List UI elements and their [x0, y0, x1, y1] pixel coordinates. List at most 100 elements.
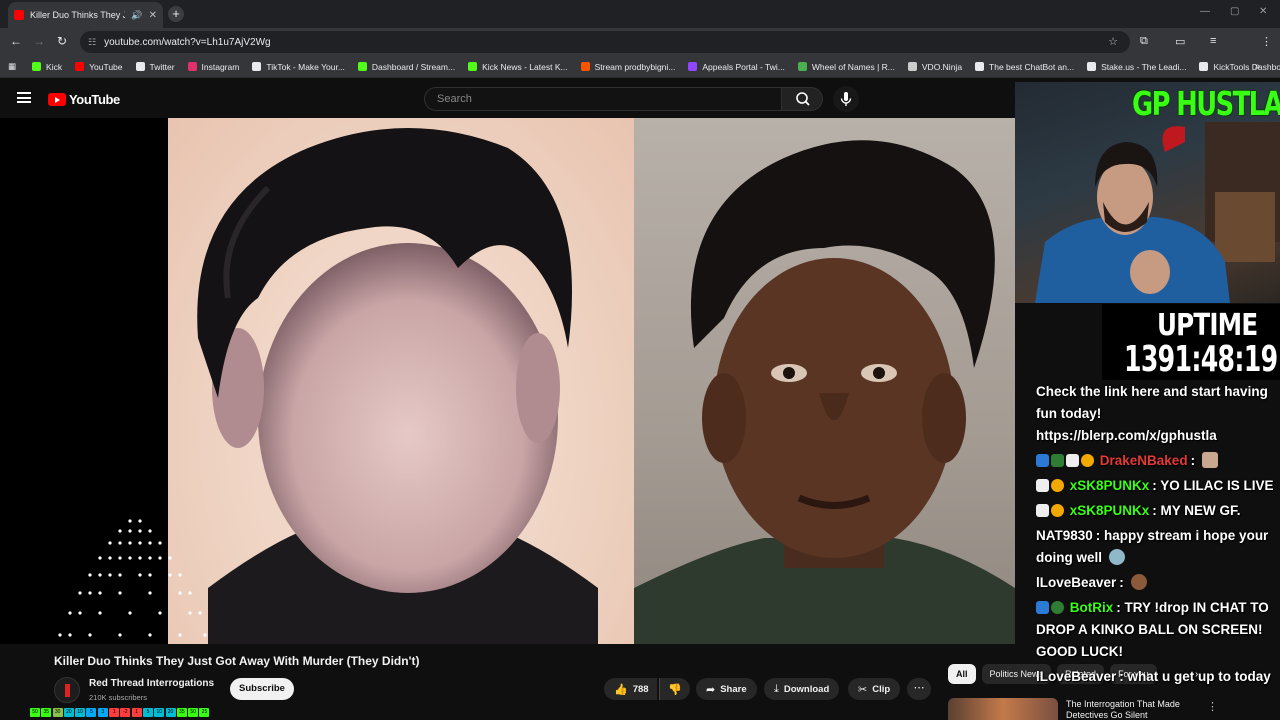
browser-tab[interactable]: Killer Duo Thinks They Just 🔊 ✕ [8, 2, 163, 28]
emote-bar-cell: 20 [165, 708, 176, 717]
bookmark-item[interactable]: KickTools Dashboard [1199, 62, 1280, 72]
bookmark-label: YouTube [89, 61, 123, 72]
emote-bar-cell: 1 [109, 708, 120, 717]
new-tab-button[interactable]: + [168, 6, 184, 22]
youtube-wordmark: YouTube [69, 92, 120, 107]
video-player[interactable] [0, 118, 1015, 644]
search-button[interactable] [781, 87, 823, 111]
chat-message: lLoveBeaver: what u get up to today [1036, 666, 1280, 688]
emote-bar-cell: 10 [75, 708, 86, 717]
bookmark-favicon-icon [975, 62, 985, 71]
chip-all[interactable]: All [948, 664, 976, 684]
video-title: Killer Duo Thinks They Just Got Away Wit… [54, 654, 420, 668]
channel-avatar[interactable] [54, 677, 80, 703]
bookmark-item[interactable]: Wheel of Names | R... [797, 61, 895, 72]
chat-badge-icon [1051, 454, 1064, 467]
bookmark-favicon-icon [797, 62, 807, 71]
chat-message-promo: Check the link here and start having fun… [1036, 381, 1280, 447]
apps-icon[interactable]: ▦ [8, 61, 16, 72]
bookmark-item[interactable]: Stake.us - The Leadi... [1087, 62, 1186, 72]
chat-text: : [1190, 453, 1196, 468]
share-icon: ➦ [706, 683, 716, 696]
bookmark-item[interactable]: Kick News - Latest K... [468, 62, 568, 72]
subscribe-button[interactable]: Subscribe [230, 678, 294, 700]
chat-username: DrakeNBaked [1099, 453, 1188, 468]
maximize-icon[interactable]: ▢ [1230, 6, 1239, 17]
like-button[interactable]: 👍 788 [604, 678, 657, 700]
scissors-icon: ✂ [858, 683, 868, 696]
bookmark-item[interactable]: Twitter [135, 62, 175, 72]
emote-bar-cell: 3 [97, 708, 108, 717]
bookmark-favicon-icon [688, 62, 698, 71]
speaker-icon[interactable]: 🔊 [131, 10, 142, 21]
bookmark-item[interactable]: The best ChatBot an... [975, 62, 1074, 72]
emote-bar-cell: 5 [86, 708, 97, 717]
related-title-line: The Interrogation That Made [1066, 699, 1180, 709]
close-window-icon[interactable]: ✕ [1259, 6, 1267, 17]
url-omnibox[interactable]: ☷ youtube.com/watch?v=Lh1u7AjV2Wg ☆ [80, 31, 1130, 53]
download-button[interactable]: ⤓ Download [764, 678, 840, 700]
bookmark-favicon-icon [1087, 62, 1097, 71]
chat-text: : [1119, 575, 1124, 590]
bookmark-item[interactable]: Stream prodbybigni... [580, 61, 676, 72]
reload-icon[interactable]: ↻ [57, 34, 67, 48]
channel-name[interactable]: Red Thread Interrogations [89, 678, 214, 689]
emote-bar-cell: -2 [120, 708, 131, 717]
related-video-thumbnail[interactable] [948, 698, 1058, 720]
dislike-button[interactable]: 👎 [659, 678, 690, 700]
chat-username: BotRix [1069, 600, 1114, 615]
share-label: Share [720, 683, 747, 695]
chat-message: BotRix: TRY !drop IN CHAT TO DROP A KINK… [1036, 597, 1280, 663]
tab-strip: Killer Duo Thinks They Just 🔊 ✕ + — ▢ ✕ [0, 0, 1280, 28]
bookmark-favicon-icon [468, 62, 478, 71]
browser-menu-icon[interactable]: ⋮ [1261, 35, 1272, 48]
clip-button[interactable]: ✂ Clip [848, 678, 901, 700]
queue-icon[interactable]: ≡ [1210, 35, 1216, 47]
chat-badge-icon [1051, 504, 1064, 517]
stream-chat-overlay: Check the link here and start having fun… [1036, 381, 1280, 688]
search-input[interactable] [437, 93, 781, 105]
menu-icon[interactable] [17, 92, 31, 103]
site-info-icon[interactable]: ☷ [88, 37, 96, 48]
share-button[interactable]: ➦ Share [696, 678, 757, 700]
forward-icon[interactable]: → [33, 34, 45, 48]
more-bookmarks-icon[interactable]: » [1254, 61, 1260, 72]
bookmark-item[interactable]: Instagram [187, 61, 240, 72]
bookmark-item[interactable]: Appeals Portal - Twi... [688, 62, 785, 72]
bookmark-item[interactable]: TikTok - Make Your... [252, 62, 345, 72]
back-icon[interactable]: ← [10, 34, 22, 48]
chat-badge-icon [1066, 454, 1079, 467]
bookmark-star-icon[interactable]: ☆ [1108, 35, 1118, 48]
bookmark-label: Instagram [201, 61, 240, 72]
extensions-icon[interactable]: ⧉ [1140, 35, 1148, 48]
youtube-logo[interactable]: YouTube [48, 92, 120, 107]
close-tab-icon[interactable]: ✕ [149, 10, 157, 21]
search-box [424, 87, 782, 111]
bookmarks-bar: ▦ Kick YouTube Twitter Instagram TikTok - Ma… [0, 56, 1280, 78]
bookmark-item[interactable]: VDO.Ninja [907, 62, 962, 72]
bookmark-item[interactable]: YouTube [75, 61, 123, 72]
dot-pattern-overlay [58, 519, 207, 637]
chat-text: Check the link here and start having fun… [1036, 384, 1268, 443]
emote-bar-cell: 20 [63, 708, 74, 717]
voice-search-button[interactable] [833, 86, 859, 112]
emote-bar-cell: 25 [199, 708, 210, 717]
uptime-value: 1391:48:19 [1124, 339, 1278, 380]
bookmark-label: Dashboard / Stream... [371, 61, 456, 72]
subscriber-count: 210K subscribers [89, 693, 147, 702]
chat-username: xSK8PUNKx [1069, 503, 1150, 518]
url-text: youtube.com/watch?v=Lh1u7AjV2Wg [104, 36, 271, 48]
chat-text: : MY NEW GF. [1152, 503, 1241, 518]
bookmark-favicon-icon [357, 62, 367, 71]
media-icon[interactable]: ▭ [1175, 35, 1185, 48]
bookmark-label: Wheel of Names | R... [811, 61, 895, 72]
more-actions-icon[interactable]: ⋯ [907, 678, 931, 700]
bookmark-label: Stream prodbybigni... [594, 61, 676, 72]
bookmark-item[interactable]: Kick [32, 62, 62, 72]
minimize-icon[interactable]: — [1200, 6, 1210, 17]
related-more-icon[interactable]: ⋮ [1207, 700, 1218, 713]
thumbs-down-icon: 👎 [668, 683, 682, 696]
related-video-title[interactable]: The Interrogation That Made Detectives G… [1066, 699, 1180, 720]
emote-bar-cell: 30 [52, 708, 63, 717]
bookmark-item[interactable]: Dashboard / Stream... [357, 61, 456, 72]
